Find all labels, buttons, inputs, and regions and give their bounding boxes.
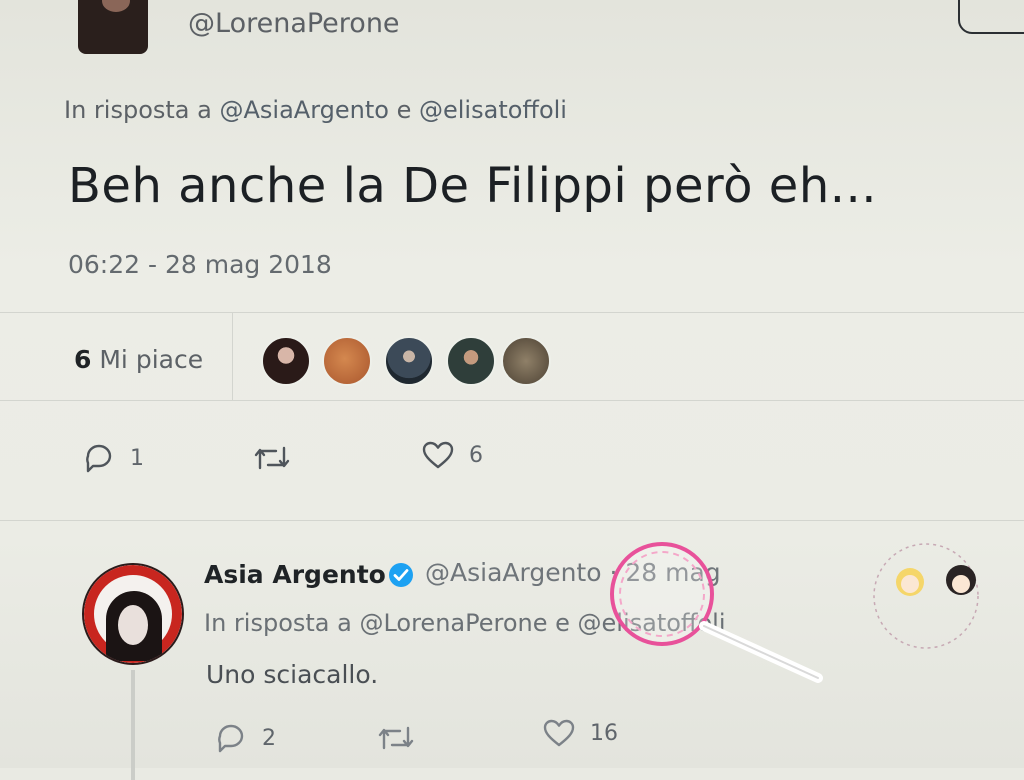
liker-avatar[interactable] — [446, 336, 496, 386]
liker-avatar[interactable] — [384, 336, 434, 386]
thread-line — [131, 670, 135, 780]
tweet-text: Beh anche la De Filippi però eh... — [68, 158, 878, 214]
reply-count: 1 — [130, 445, 144, 471]
verified-badge-icon — [388, 562, 414, 592]
watermark-magnifier — [606, 538, 836, 692]
like-action[interactable]: 16 — [542, 718, 618, 748]
reply-count: 2 — [262, 725, 276, 751]
retweet-icon — [252, 444, 292, 472]
likes-summary[interactable]: 6 Mi piace — [74, 345, 203, 374]
liker-avatar[interactable] — [501, 336, 551, 386]
heart-icon — [421, 440, 455, 470]
heart-icon — [542, 718, 576, 748]
reply-context: In risposta a @AsiaArgento e @elisatoffo… — [64, 96, 567, 124]
reply-conjunction: e — [396, 96, 412, 124]
mention-asiaargento[interactable]: @AsiaArgento — [219, 96, 388, 124]
mention-elisatoffoli[interactable]: @elisatoffoli — [419, 96, 567, 124]
reply-icon — [82, 442, 116, 474]
divider — [0, 400, 1024, 401]
author-handle[interactable]: @LorenaPerone — [188, 8, 400, 39]
likes-count: 6 — [74, 345, 92, 374]
divider — [0, 520, 1024, 521]
reply-author-name[interactable]: Asia Argento — [204, 560, 386, 589]
reply-text: Uno sciacallo. — [206, 660, 379, 689]
divider — [232, 312, 233, 400]
reply-action[interactable]: 2 — [214, 722, 276, 754]
tweet-timestamp[interactable]: 06:22 - 28 mag 2018 — [68, 250, 332, 279]
liker-avatar[interactable] — [261, 336, 311, 386]
retweet-action[interactable] — [376, 724, 416, 752]
like-count: 6 — [469, 442, 483, 468]
likes-label: Mi piace — [99, 345, 204, 374]
like-action[interactable]: 6 — [421, 440, 483, 470]
like-count: 16 — [590, 720, 618, 746]
divider — [0, 312, 1024, 313]
reply-action[interactable]: 1 — [82, 442, 144, 474]
follow-button[interactable] — [958, 0, 1024, 34]
reply-author-avatar[interactable] — [82, 563, 184, 665]
liker-avatar[interactable] — [322, 336, 372, 386]
retweet-icon — [376, 724, 416, 752]
author-avatar[interactable] — [78, 0, 148, 54]
decorative-stickers — [866, 542, 996, 666]
reply-prefix: In risposta a — [64, 96, 212, 124]
retweet-action[interactable] — [252, 444, 292, 472]
reply-icon — [214, 722, 248, 754]
tweet-detail-screen: @LorenaPerone In risposta a @AsiaArgento… — [0, 0, 1024, 780]
